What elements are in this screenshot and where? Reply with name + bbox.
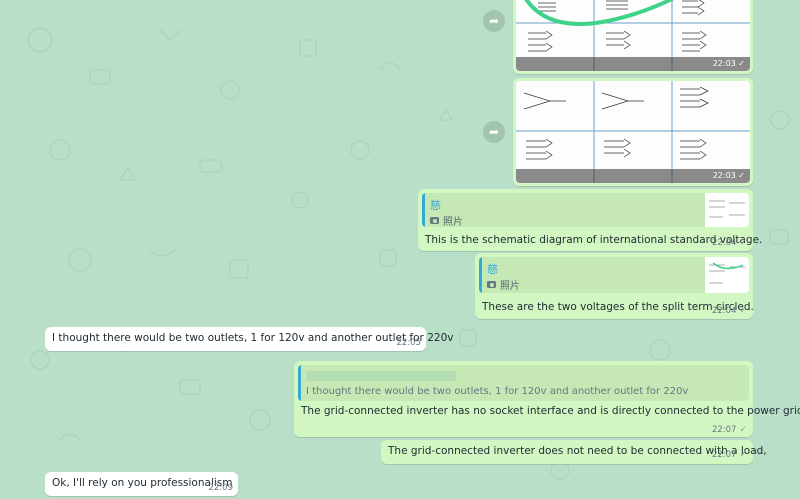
sent-tick-icon: ✓ [739,425,747,435]
message-time: 22:09 [208,483,234,493]
camera-icon [487,281,496,288]
message-time: 22:07 ✓ [711,450,747,460]
message-text: The grid-connected inverter does not nee… [388,445,767,457]
quote-sender-redacted [306,371,456,381]
quote-text: I thought there would be two outlets, 1 … [306,386,689,397]
quoted-reply[interactable]: 慈 照片 [479,257,749,293]
schematic-image [516,81,750,183]
outgoing-message[interactable]: 慈 照片 These are the two voltages of the s… [475,253,754,319]
camera-icon [430,217,439,224]
message-text: I thought there would be two outlets, 1 … [52,332,454,344]
quote-sender: 慈 [430,199,441,212]
sent-tick-icon: ✓ [739,306,747,316]
incoming-message[interactable]: I thought there would be two outlets, 1 … [45,327,453,351]
quote-bar [479,257,482,293]
quote-bar [298,365,301,401]
outgoing-message[interactable]: I thought there would be two outlets, 1 … [294,361,800,437]
image-message[interactable]: 22:03 ✓ [513,0,753,74]
message-text: The grid-connected inverter has no socke… [301,405,800,417]
outgoing-message[interactable]: The grid-connected inverter does not nee… [381,440,767,464]
quote-thumbnail [705,257,749,293]
sent-tick-icon: ✓ [739,238,747,248]
forward-button[interactable]: ➦ [483,10,505,32]
message-time: 22:07 ✓ [711,425,747,435]
quote-thumbnail [705,193,749,227]
message-time: 22:05 [396,338,422,348]
quoted-reply[interactable]: I thought there would be two outlets, 1 … [298,365,749,401]
message-time: 22:04 ✓ [711,306,747,316]
sent-tick-icon: ✓ [739,450,747,460]
incoming-message[interactable]: Ok, I'll rely on you professionalism 22:… [45,472,238,496]
message-time: 22:03 ✓ [712,59,745,68]
quote-sender: 慈 [487,263,498,276]
message-time: 22:03 ✓ [712,171,745,180]
quote-caption: 照片 [487,277,520,292]
message-time: 22:04 ✓ [711,238,747,248]
quote-bar [422,193,425,227]
quoted-reply[interactable]: 慈 照片 [422,193,749,227]
message-text: Ok, I'll rely on you professionalism [52,477,233,489]
forward-button[interactable]: ➦ [483,121,505,143]
quote-caption: 照片 [430,213,463,227]
share-forward-icon: ➦ [488,125,500,139]
share-forward-icon: ➦ [488,14,500,28]
image-message[interactable]: 22:03 ✓ [513,78,753,186]
outgoing-message[interactable]: 慈 照片 This is the schematic diagram of in… [418,189,762,251]
